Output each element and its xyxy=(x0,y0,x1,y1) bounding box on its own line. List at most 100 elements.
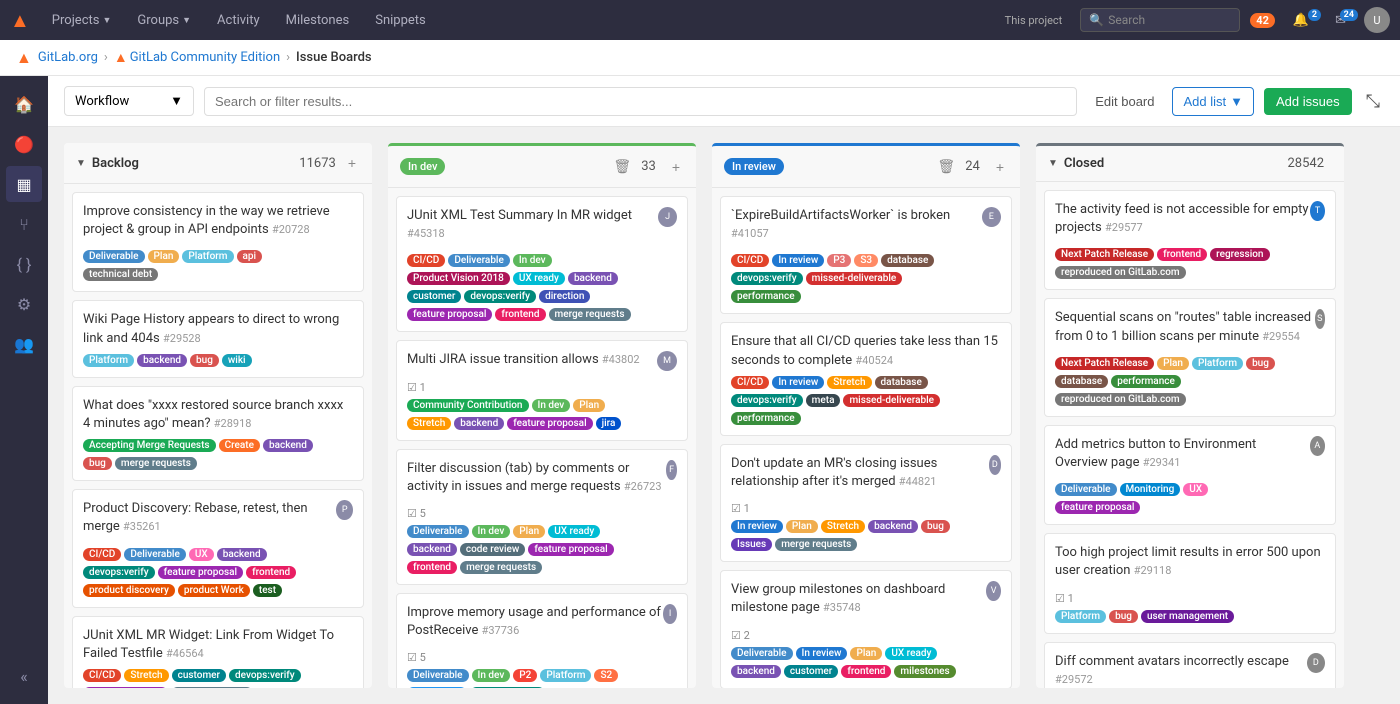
nav-bell[interactable]: 🔔 2 xyxy=(1285,13,1317,28)
sidebar-icon-ci[interactable]: ⚙ xyxy=(6,286,42,322)
tag: Deliverable xyxy=(448,254,510,267)
nav-search-placeholder: Search xyxy=(1108,13,1145,27)
breadcrumb-edition-icon: ▲ xyxy=(114,49,128,66)
in-dev-cards: JUnit XML Test Summary In MR widget #453… xyxy=(388,188,696,688)
tag: Plan xyxy=(786,520,818,533)
tag: Stretch xyxy=(827,376,871,389)
tag: backend xyxy=(263,439,313,452)
sidebar-icon-collapse[interactable]: « xyxy=(6,658,42,694)
in-review-add-btn[interactable]: + xyxy=(992,157,1008,177)
tag: bug xyxy=(1246,357,1275,370)
tag: backend xyxy=(731,665,781,678)
tag: frontend xyxy=(495,308,545,321)
nav-projects[interactable]: Projects ▼ xyxy=(44,13,120,28)
table-row[interactable]: `ExpireBuildArtifactsWorker` is broken #… xyxy=(720,196,1012,314)
avatar: J xyxy=(658,207,677,227)
tag: In review xyxy=(731,520,783,533)
backlog-add-btn[interactable]: + xyxy=(344,153,360,173)
tag: Platform xyxy=(1055,610,1106,623)
table-row[interactable]: Wiki Page History appears to direct to w… xyxy=(72,300,364,377)
tag: backend xyxy=(568,272,618,285)
table-row[interactable]: Sequential scans on "routes" table incre… xyxy=(1044,298,1336,416)
avatar: M xyxy=(657,351,677,371)
tag: Deliverable xyxy=(1055,483,1117,496)
task-icon: ☑ 2 xyxy=(731,629,750,642)
table-row[interactable]: Don't update an MR's closing issues rela… xyxy=(720,444,1012,562)
tag: Plan xyxy=(148,250,180,263)
table-row[interactable]: View group milestones on dashboard miles… xyxy=(720,570,1012,688)
sidebar-bottom: « xyxy=(6,658,42,694)
nav-badge-2: 2 xyxy=(1308,9,1321,21)
sidebar-icon-members[interactable]: 👥 xyxy=(6,326,42,362)
tag: S3 xyxy=(854,254,878,267)
tag: Product Vision 2018 xyxy=(407,272,510,285)
table-row[interactable]: The activity feed is not accessible for … xyxy=(1044,190,1336,290)
table-row[interactable]: JUnit XML MR Widget: Link From Widget To… xyxy=(72,616,364,689)
table-row[interactable]: Diff comment avatars incorrectly escape … xyxy=(1044,642,1336,689)
sidebar-icon-issues[interactable]: 🔴 xyxy=(6,126,42,162)
table-row[interactable]: Improve consistency in the way we retrie… xyxy=(72,192,364,292)
add-issues-button[interactable]: Add issues xyxy=(1264,88,1352,115)
tag: merge requests xyxy=(775,538,857,551)
add-list-button[interactable]: Add list ▼ xyxy=(1172,87,1254,116)
tag: product Work xyxy=(178,584,250,597)
sidebar-icon-merge[interactable]: ⑂ xyxy=(6,206,42,242)
table-row[interactable]: Ensure that all CI/CD queries take less … xyxy=(720,322,1012,435)
in-dev-trash-btn[interactable]: 🗑 xyxy=(609,156,635,177)
toggle-closed[interactable]: ▼ xyxy=(1048,158,1058,169)
tag: P2 xyxy=(513,669,537,682)
tag: performance xyxy=(1111,375,1181,388)
sidebar-icon-home[interactable]: 🏠 xyxy=(6,86,42,122)
nav-search-box[interactable]: 🔍 Search xyxy=(1080,8,1240,32)
column-title-closed: ▼ Closed xyxy=(1048,156,1287,171)
tag: devops:verify xyxy=(83,566,155,579)
table-row[interactable]: What does "xxxx restored source branch x… xyxy=(72,386,364,481)
tag: S2 xyxy=(594,669,618,682)
avatar: T xyxy=(1310,201,1325,221)
nav-snippets[interactable]: Snippets xyxy=(367,13,434,28)
table-row[interactable]: Product Discovery: Rebase, retest, then … xyxy=(72,489,364,607)
table-row[interactable]: Filter discussion (tab) by comments or a… xyxy=(396,449,688,585)
filter-input[interactable] xyxy=(204,87,1077,116)
table-row[interactable]: Add metrics button to Environment Overvi… xyxy=(1044,425,1336,525)
in-review-trash-btn[interactable]: 🗑 xyxy=(933,156,959,177)
edit-board-button[interactable]: Edit board xyxy=(1087,88,1162,115)
task-icon: ☑ 1 xyxy=(731,502,750,515)
sidebar-icon-code[interactable]: { } xyxy=(6,246,42,282)
sidebar-icon-board[interactable]: ▦ xyxy=(6,166,42,202)
tag: devops:verify xyxy=(731,394,803,407)
breadcrumb-current: Issue Boards xyxy=(296,50,372,65)
table-row[interactable]: Too high project limit results in error … xyxy=(1044,533,1336,633)
tag: merge requests xyxy=(171,687,253,688)
avatar: P xyxy=(336,500,353,520)
nav-mail[interactable]: ✉ 24 xyxy=(1327,13,1354,28)
tag: CI/CD xyxy=(83,548,121,561)
user-avatar[interactable]: U xyxy=(1364,7,1390,33)
nav-activity[interactable]: Activity xyxy=(209,13,268,28)
tag: feature proposal xyxy=(507,417,592,430)
nav-milestones[interactable]: Milestones xyxy=(278,13,358,28)
tag: In dev xyxy=(532,399,571,412)
table-row[interactable]: Improve memory usage and performance of … xyxy=(396,593,688,688)
tag: P3 xyxy=(827,254,851,267)
avatar: D xyxy=(1307,653,1325,673)
tag: backend xyxy=(217,548,267,561)
toggle-backlog[interactable]: ▼ xyxy=(76,158,86,169)
nav-badge-42[interactable]: 42 xyxy=(1250,13,1275,28)
tag: CI/CD xyxy=(83,669,121,682)
workflow-select[interactable]: Workflow ▼ xyxy=(64,86,194,116)
table-row[interactable]: JUnit XML Test Summary In MR widget #453… xyxy=(396,196,688,332)
in-dev-add-btn[interactable]: + xyxy=(668,157,684,177)
tag: backend xyxy=(137,354,187,367)
tag: product discovery xyxy=(83,584,175,597)
breadcrumb-edition[interactable]: GitLab Community Edition xyxy=(130,50,280,65)
tag: In review xyxy=(772,376,824,389)
tag: Plan xyxy=(850,647,882,660)
tag: code review xyxy=(460,543,525,556)
table-row[interactable]: Multi JIRA issue transition allows #4380… xyxy=(396,340,688,440)
tag: Deliverable xyxy=(124,548,186,561)
expand-button[interactable]: ⤡ xyxy=(1362,87,1384,116)
tag: bug xyxy=(190,354,219,367)
nav-groups[interactable]: Groups ▼ xyxy=(129,13,199,28)
breadcrumb-org[interactable]: GitLab.org xyxy=(38,50,98,65)
